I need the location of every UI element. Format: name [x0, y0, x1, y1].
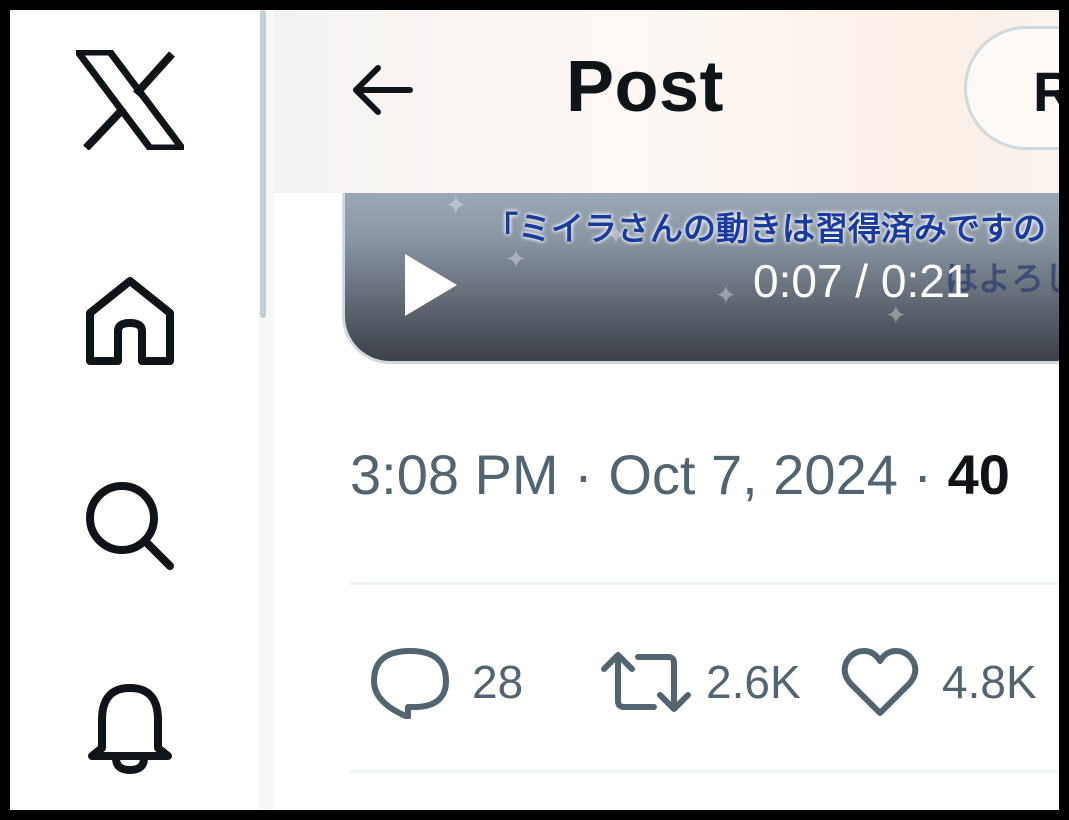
separator-dot: · [574, 443, 609, 506]
reply-action[interactable]: 28 [370, 642, 523, 722]
separator-dot: · [913, 443, 948, 506]
divider [350, 582, 1059, 585]
nav-item-home[interactable] [70, 260, 190, 380]
sparkle-decoration: ✦ [445, 190, 467, 220]
like-action[interactable]: 4.8K [840, 642, 1037, 722]
divider [350, 770, 1059, 773]
post-header: Post R [274, 10, 1059, 193]
nav-item-explore[interactable] [70, 466, 190, 586]
left-nav [10, 10, 258, 810]
scrollbar-thumb[interactable] [260, 10, 266, 318]
repost-icon [601, 652, 691, 712]
nav-item-notifications[interactable] [70, 666, 190, 786]
back-button[interactable] [342, 50, 422, 130]
app-frame: Post R ✦ ✦ ✦ ✦ ✦ 「ミイラさんの動きは習得済みですの はよろしい… [10, 10, 1059, 810]
reply-button-label: R [1033, 60, 1059, 123]
reply-count: 28 [472, 656, 524, 708]
reply-button[interactable]: R [964, 26, 1059, 150]
scrollbar[interactable] [258, 10, 274, 810]
x-logo-button[interactable] [74, 44, 186, 156]
home-icon [86, 277, 174, 365]
bell-icon [88, 684, 172, 774]
video-time: 0:07 / 0:21 [753, 255, 971, 307]
repost-count: 2.6K [706, 656, 801, 708]
arrow-left-icon [353, 65, 413, 115]
page-title: Post [566, 47, 725, 127]
search-icon [86, 482, 174, 570]
main-column: Post R ✦ ✦ ✦ ✦ ✦ 「ミイラさんの動きは習得済みですの はよろしい… [274, 10, 1059, 810]
post-time[interactable]: 3:08 PM [350, 443, 559, 506]
post-date[interactable]: Oct 7, 2024 [608, 443, 898, 506]
x-logo-icon [76, 50, 184, 150]
repost-action[interactable]: 2.6K [600, 642, 801, 722]
video-subtitle: 「ミイラさんの動きは習得済みですの [485, 210, 1046, 247]
views-count: 40 [947, 443, 1010, 506]
heart-icon [841, 648, 919, 716]
comment-icon [371, 648, 449, 719]
post-timestamp[interactable]: 3:08 PM · Oct 7, 2024 · 40 [350, 442, 1010, 507]
play-icon[interactable] [401, 250, 461, 320]
sparkle-decoration: ✦ [715, 280, 737, 310]
like-count: 4.8K [942, 656, 1037, 708]
